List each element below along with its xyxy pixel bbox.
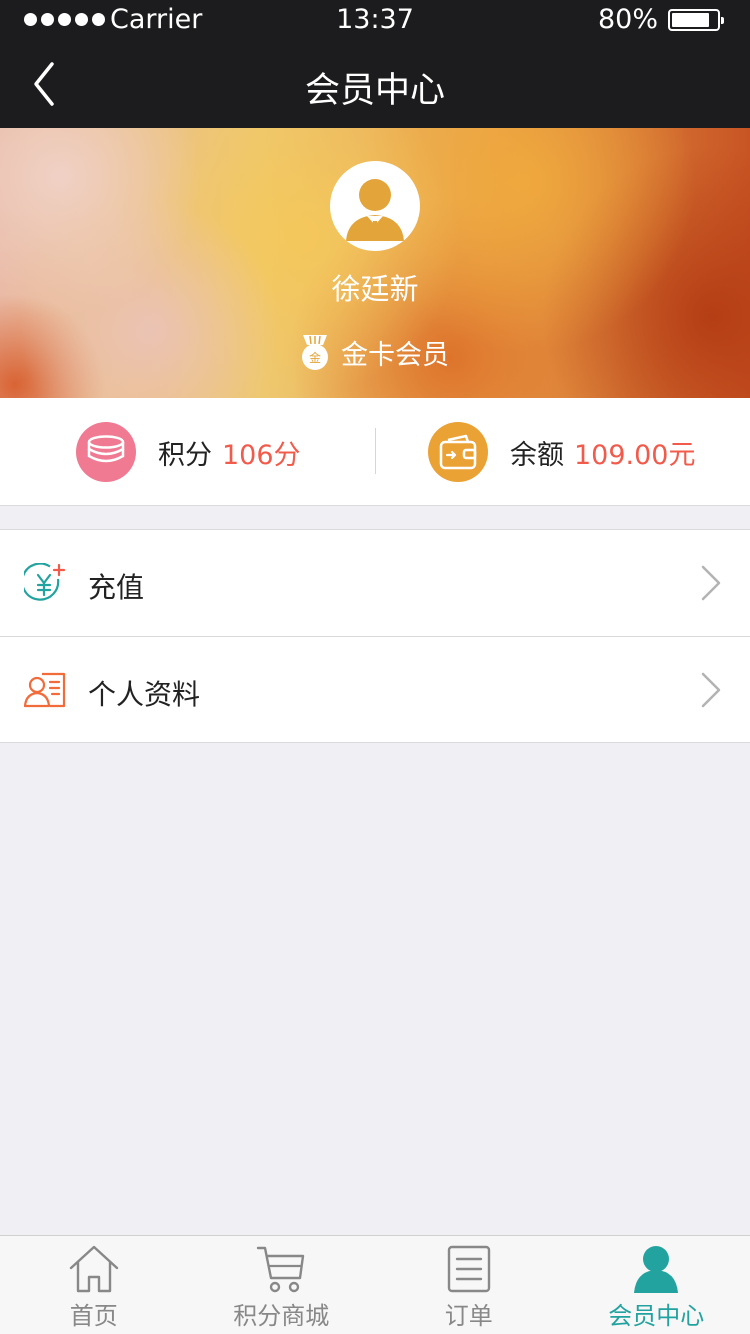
membership-level: 金 金卡会员	[0, 333, 750, 372]
user-icon	[634, 1246, 679, 1293]
home-icon	[69, 1245, 118, 1293]
tab-label: 首页	[69, 1302, 118, 1330]
profile-banner: 徐廷新 金 金卡会员	[0, 128, 750, 398]
menu-item-profile[interactable]: 个人资料	[0, 636, 750, 742]
points-value: 106分	[222, 439, 301, 471]
balance-label: 余额	[510, 439, 564, 471]
avatar[interactable]	[330, 161, 420, 251]
list-icon	[447, 1245, 490, 1293]
tab-points-mall[interactable]: 积分商城	[188, 1236, 376, 1334]
menu-item-label: 个人资料	[88, 678, 201, 711]
yuan-plus-icon	[24, 563, 66, 601]
medal-text: 金	[309, 350, 321, 365]
cart-icon	[257, 1246, 305, 1293]
points-label: 积分	[158, 439, 212, 471]
profile-card-icon	[24, 672, 66, 708]
page-title: 会员中心	[304, 71, 445, 111]
points-stat[interactable]: 积分 106分	[76, 398, 301, 506]
battery-percentage: 80%	[597, 4, 658, 35]
stats-panel: 积分 106分 余额 109.00元	[0, 398, 750, 506]
stats-divider	[375, 428, 376, 474]
menu-item-label: 充值	[88, 571, 145, 604]
membership-level-label: 金卡会员	[341, 340, 449, 371]
tab-label: 订单	[444, 1302, 493, 1330]
tab-label: 会员中心	[608, 1302, 705, 1330]
top-bar: Carrier 13:37 80% 会员中心	[0, 0, 750, 128]
menu-item-recharge[interactable]: 充值	[0, 530, 750, 636]
tab-member-center[interactable]: 会员中心	[563, 1236, 750, 1334]
wallet-icon	[428, 422, 488, 482]
gold-medal-icon: 金	[302, 334, 328, 370]
status-bar: Carrier 13:37 80%	[0, 0, 750, 42]
tab-home[interactable]: 首页	[0, 1236, 188, 1334]
tab-orders[interactable]: 订单	[375, 1236, 563, 1334]
navigation-bar: 会员中心	[0, 42, 750, 128]
tab-label: 积分商城	[233, 1302, 330, 1330]
chevron-right-icon	[701, 565, 721, 601]
tab-bar: 首页 积分商城 订单 会员中心	[0, 1235, 750, 1334]
chevron-right-icon	[701, 672, 721, 708]
menu-list: 充值 个人资料	[0, 529, 750, 743]
user-avatar-icon	[346, 179, 404, 241]
balance-value: 109.00元	[574, 439, 696, 471]
battery-icon	[668, 9, 724, 31]
balance-stat[interactable]: 余额 109.00元	[428, 398, 695, 506]
user-name: 徐廷新	[331, 272, 419, 306]
coins-icon	[76, 422, 136, 482]
